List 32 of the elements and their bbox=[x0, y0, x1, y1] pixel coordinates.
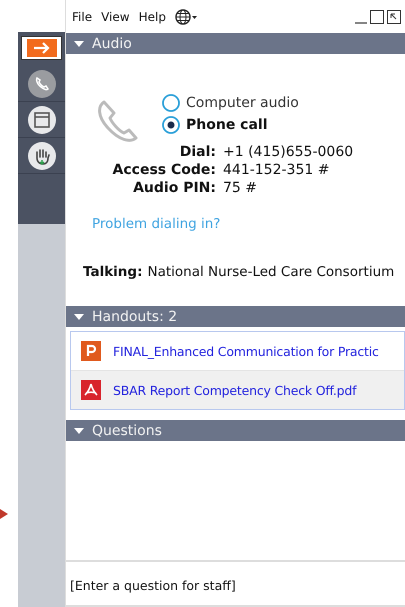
menu-item[interactable]: Help bbox=[138, 10, 166, 24]
panel-title[interactable]: Handouts: 2 bbox=[92, 308, 178, 324]
radio-button[interactable] bbox=[162, 94, 180, 112]
window-icon bbox=[28, 106, 56, 134]
collapse-icon[interactable] bbox=[74, 314, 84, 320]
option-label[interactable]: Computer audio bbox=[186, 95, 299, 111]
raised-hand-icon bbox=[28, 142, 56, 170]
handout-link[interactable]: FINAL_Enhanced Communication for Practic bbox=[113, 344, 379, 358]
arrow-icon bbox=[0, 509, 8, 519]
presentation-file-icon bbox=[81, 341, 101, 361]
phone-icon bbox=[28, 70, 56, 98]
talking-name: National Nurse-Led Care Consortium bbox=[147, 264, 394, 280]
collapse-icon[interactable] bbox=[74, 40, 84, 46]
detail-label: Audio PIN: bbox=[132, 180, 216, 196]
menu-item[interactable]: View bbox=[101, 10, 130, 24]
pop-out-icon[interactable] bbox=[387, 10, 401, 24]
detail-label: Dial: bbox=[178, 144, 216, 160]
detail-value: +1 (415)655-0060 bbox=[223, 144, 354, 160]
sidebar-tab[interactable] bbox=[21, 36, 62, 60]
menu-item[interactable]: File bbox=[72, 10, 92, 24]
maximize-icon[interactable] bbox=[370, 10, 384, 24]
detail-label: Access Code: bbox=[112, 162, 216, 178]
detail-value: 75 # bbox=[223, 180, 258, 196]
detail-value: 441-152-351 # bbox=[223, 162, 330, 178]
globe-icon[interactable] bbox=[174, 8, 197, 24]
panel-title[interactable]: Questions bbox=[92, 422, 162, 438]
pdf-file-icon bbox=[81, 380, 101, 400]
talking-label: Talking: bbox=[83, 264, 142, 280]
radio-button[interactable] bbox=[162, 116, 180, 134]
option-label[interactable]: Phone call bbox=[186, 117, 268, 133]
panel-title[interactable]: Audio bbox=[92, 36, 132, 52]
collapse-icon[interactable] bbox=[74, 428, 84, 434]
